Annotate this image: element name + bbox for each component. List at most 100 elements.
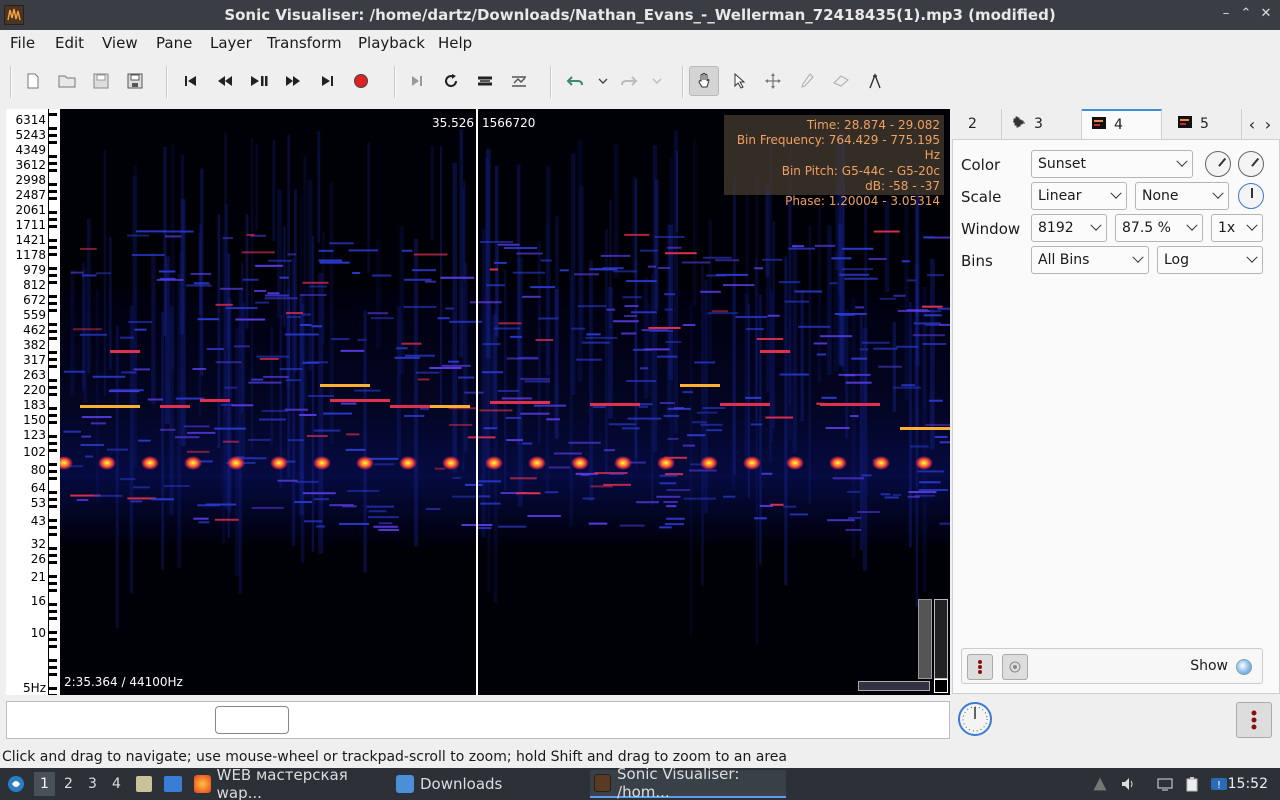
erase-icon[interactable]: [826, 66, 856, 96]
menu-edit[interactable]: Edit: [55, 34, 84, 52]
draw-pencil-icon[interactable]: [792, 66, 822, 96]
rewind-icon[interactable]: [210, 66, 240, 96]
fast-forward-icon[interactable]: [278, 66, 308, 96]
vertical-zoom-thumbwheel[interactable]: [934, 599, 948, 679]
forward-end-icon[interactable]: [312, 66, 342, 96]
layer-color-button[interactable]: [967, 654, 993, 680]
frequency-tick: 4349: [15, 143, 46, 157]
window-size-select[interactable]: 8192: [1031, 214, 1107, 242]
scale-label: Scale: [961, 188, 1002, 206]
tab-scroll-left-icon[interactable]: ‹: [1244, 109, 1260, 139]
layer-play-toggle-icon[interactable]: [1002, 654, 1028, 680]
normalization-select[interactable]: None: [1135, 182, 1229, 210]
start-menu-icon[interactable]: [6, 774, 26, 794]
menu-transform[interactable]: Transform: [267, 34, 342, 52]
play-selection-icon[interactable]: [402, 66, 432, 96]
menu-playback[interactable]: Playback: [358, 34, 425, 52]
clipboard-icon[interactable]: [1184, 776, 1200, 792]
workspace-2[interactable]: 2: [64, 776, 73, 792]
frequency-tick: 5243: [15, 128, 46, 142]
menu-file[interactable]: File: [10, 34, 35, 52]
task-downloads[interactable]: Downloads: [392, 770, 582, 798]
open-folder-icon[interactable]: [52, 66, 82, 96]
redo-dropdown-icon[interactable]: [642, 66, 672, 96]
window-overlap-select[interactable]: 87.5 %: [1115, 214, 1203, 242]
volume-icon[interactable]: [1120, 776, 1136, 792]
frequency-tick: 263: [23, 368, 46, 382]
measurement-info-box: Time: 28.874 - 29.082 Bin Frequency: 764…: [724, 115, 944, 208]
frequency-tick: 10: [30, 626, 46, 640]
workspace-4[interactable]: 4: [112, 776, 121, 792]
save-icon[interactable]: [86, 66, 116, 96]
frequency-tick: 123: [23, 428, 46, 442]
file-manager-launcher-icon[interactable]: [136, 776, 152, 792]
frequency-tick: 32: [30, 537, 46, 551]
solo-icon[interactable]: [470, 66, 500, 96]
overview-strip[interactable]: [6, 701, 950, 739]
tab-scroll-right-icon[interactable]: ›: [1260, 109, 1276, 139]
colour-rotation-dial[interactable]: [1238, 151, 1264, 177]
rewind-start-icon[interactable]: [176, 66, 206, 96]
spectrogram-pane[interactable]: 6314 5243 4349 3612 2998 2487 2061 1711 1421 1178…: [6, 109, 950, 695]
oversampling-select[interactable]: 1x: [1211, 214, 1263, 242]
show-layer-button[interactable]: [1236, 702, 1272, 738]
frequency-tick: 1711: [15, 218, 46, 232]
playback-speed-dial[interactable]: [956, 700, 994, 738]
workspace-1[interactable]: 1: [34, 772, 55, 796]
tab-layer-2[interactable]: 2: [952, 109, 1002, 139]
new-file-icon[interactable]: [18, 66, 48, 96]
frequency-tick: 2487: [15, 188, 46, 202]
save-as-icon[interactable]: [120, 66, 150, 96]
sonic-visualiser-icon: [594, 774, 612, 792]
tab-layer-4[interactable]: 4: [1082, 109, 1162, 139]
threshold-dial[interactable]: [1238, 183, 1264, 209]
menu-view[interactable]: View: [102, 34, 138, 52]
vertical-zoom-slider[interactable]: [918, 599, 932, 679]
folder-icon: [396, 775, 414, 793]
task-firefox[interactable]: WEB мастерская wap...: [190, 766, 384, 800]
show-label: Show: [1190, 658, 1228, 674]
menu-layer[interactable]: Layer: [210, 34, 252, 52]
tab-layer-3[interactable]: 3: [1002, 109, 1082, 139]
window-titlebar: Sonic Visualiser: /home/dartz/Downloads/…: [0, 0, 1280, 30]
scale-select[interactable]: Linear: [1031, 182, 1127, 210]
menu-pane[interactable]: Pane: [156, 34, 192, 52]
tray-up-arrow-icon[interactable]: [1093, 777, 1107, 791]
navigate-hand-icon[interactable]: [689, 66, 719, 96]
horizontal-zoom-thumbwheel[interactable]: [858, 681, 930, 691]
zoom-reset-button[interactable]: [934, 679, 948, 693]
frequency-tick: 80: [30, 463, 46, 477]
frequency-tick: 150: [23, 413, 46, 427]
network-icon[interactable]: [1156, 776, 1173, 792]
color-select[interactable]: Sunset: [1031, 150, 1193, 178]
frequency-tick: 5Hz: [23, 681, 46, 695]
tab-layer-5[interactable]: 5: [1162, 109, 1242, 139]
close-button[interactable]: ✕: [1258, 6, 1274, 22]
menu-help[interactable]: Help: [438, 34, 472, 52]
normalize-icon[interactable]: [504, 66, 534, 96]
frequency-tick: 16: [30, 594, 46, 608]
play-pause-icon[interactable]: [244, 66, 274, 96]
redo-icon[interactable]: [614, 66, 644, 96]
measure-icon[interactable]: [860, 66, 890, 96]
show-desktop-icon[interactable]: [164, 776, 182, 792]
window-title: Sonic Visualiser: /home/dartz/Downloads/…: [224, 6, 1056, 24]
gain-dial[interactable]: [1205, 151, 1231, 177]
show-toggle[interactable]: [1236, 659, 1252, 675]
frequency-tick: 102: [23, 445, 46, 459]
move-icon[interactable]: [758, 66, 788, 96]
bins-select[interactable]: All Bins: [1031, 246, 1149, 274]
record-icon[interactable]: [346, 66, 376, 96]
updates-icon[interactable]: !: [1210, 776, 1227, 792]
maximize-button[interactable]: ⌃: [1238, 6, 1254, 22]
minimize-button[interactable]: –: [1218, 6, 1234, 22]
waveform-icon: [1012, 116, 1026, 132]
bin-scale-select[interactable]: Log: [1157, 246, 1263, 274]
undo-icon[interactable]: [560, 66, 590, 96]
loop-icon[interactable]: [436, 66, 466, 96]
overview-viewport-thumb[interactable]: [215, 706, 289, 734]
workspace-3[interactable]: 3: [88, 776, 97, 792]
select-arrow-icon[interactable]: [724, 66, 754, 96]
playhead-cursor[interactable]: [476, 109, 478, 695]
task-sonic-visualiser[interactable]: Sonic Visualiser: /hom...: [590, 765, 786, 800]
